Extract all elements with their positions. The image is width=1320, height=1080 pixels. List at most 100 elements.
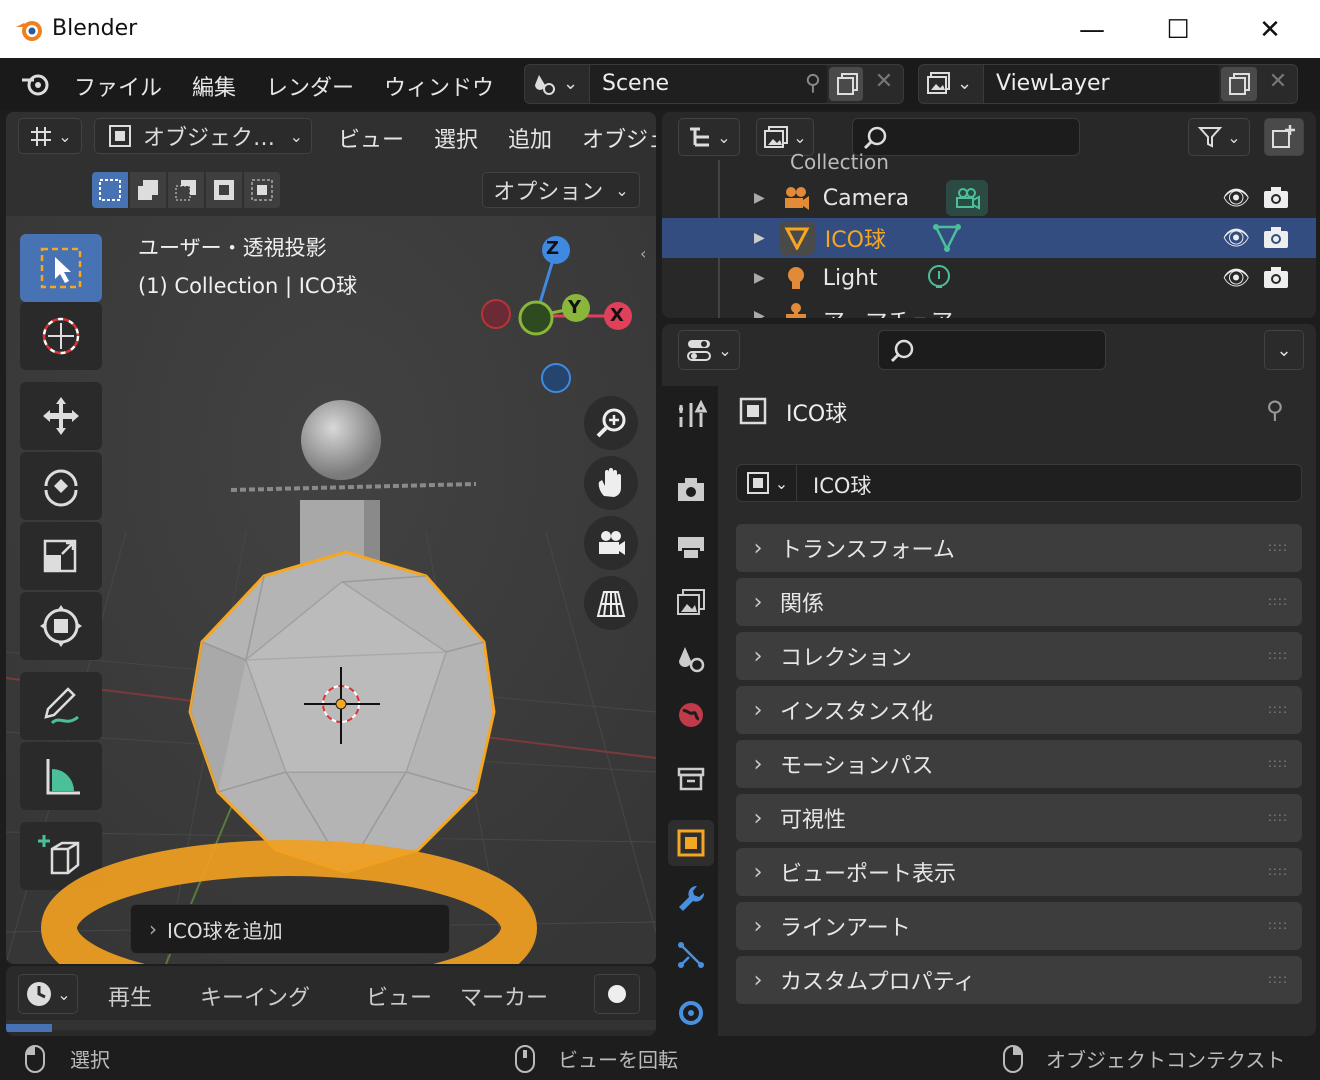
select-subtract-icon[interactable] [168, 172, 204, 208]
tab-modifiers[interactable] [668, 876, 714, 922]
select-extend-icon[interactable] [130, 172, 166, 208]
select-intersect-icon[interactable] [244, 172, 280, 208]
rotate-tool[interactable] [20, 452, 102, 520]
viewport-menu-object[interactable]: オブジェ [582, 122, 656, 154]
panel-viewport-display[interactable]: › ビューポート表示:::: [736, 848, 1302, 896]
properties-search-input[interactable] [878, 330, 1106, 370]
annotate-tool[interactable] [20, 672, 102, 740]
blender-menu-icon[interactable] [20, 70, 52, 98]
last-operator-panel[interactable]: › ICO球を追加 [130, 904, 450, 954]
viewport-menu-add[interactable]: 追加 [508, 122, 552, 154]
tab-render[interactable] [668, 468, 714, 514]
select-invert-icon[interactable] [206, 172, 242, 208]
menu-render[interactable]: レンダー [266, 70, 354, 102]
camera-view-button[interactable] [584, 516, 638, 570]
light-data-icon[interactable] [924, 263, 954, 293]
panel-line-art[interactable]: › ラインアート:::: [736, 902, 1302, 950]
new-viewlayer-button[interactable] [1221, 67, 1257, 101]
viewlayer-name-field[interactable]: ViewLayer [983, 65, 1219, 103]
mode-dropdown[interactable]: オブジェク… ⌄ [94, 118, 312, 154]
expand-arrow-icon[interactable]: ▶ [754, 270, 765, 286]
maximize-button[interactable]: ☐ [1154, 10, 1202, 50]
tab-particles[interactable] [668, 932, 714, 978]
render-camera-icon[interactable] [1262, 185, 1290, 211]
outliner-row-light[interactable]: ▶ Light 👁 [662, 258, 1316, 298]
scale-tool[interactable] [20, 522, 102, 590]
timeline-menu-view[interactable]: ビュー [366, 980, 432, 1012]
outliner-editor-type[interactable]: ⌄ [678, 118, 740, 156]
tab-tool[interactable] [668, 392, 714, 438]
menu-edit[interactable]: 編集 [192, 70, 236, 102]
viewport-menu-view[interactable]: ビュー [338, 122, 404, 154]
projection-toggle-button[interactable] [584, 576, 638, 630]
outliner-row-icosphere[interactable]: ▶ ICO球 👁 [662, 218, 1316, 258]
viewlayer-type-dropdown[interactable]: ⌄ [925, 71, 977, 99]
render-camera-icon[interactable] [1262, 225, 1290, 251]
object-browse-dropdown[interactable]: ⌄ [737, 465, 797, 501]
menu-file[interactable]: ファイル [74, 70, 162, 102]
cursor-tool[interactable] [20, 302, 102, 370]
select-new-icon[interactable] [92, 172, 128, 208]
drag-grip-icon: :::: [1267, 756, 1288, 770]
timeline-menu-playback[interactable]: 再生 [108, 980, 152, 1012]
tab-object[interactable] [668, 820, 714, 866]
panel-instancing[interactable]: › インスタンス化:::: [736, 686, 1302, 734]
zoom-button[interactable] [584, 396, 638, 450]
panel-transform[interactable]: › トランスフォーム:::: [736, 524, 1302, 572]
panel-collections[interactable]: › コレクション:::: [736, 632, 1302, 680]
select-box-tool[interactable] [20, 234, 102, 302]
outliner-row-armature[interactable]: ▶ アーマチュア [662, 298, 1316, 318]
current-frame-indicator[interactable] [6, 1024, 52, 1032]
tab-collection[interactable] [668, 756, 714, 802]
pin-icon[interactable]: ⚲ [1266, 396, 1284, 424]
measure-tool[interactable] [20, 742, 102, 810]
render-camera-icon[interactable] [1262, 265, 1290, 291]
record-button[interactable] [594, 974, 640, 1014]
tab-physics[interactable] [668, 986, 714, 1032]
camera-data-icon[interactable] [946, 180, 988, 216]
panel-custom-properties[interactable]: › カスタムプロパティ:::: [736, 956, 1302, 1004]
visibility-eye-icon[interactable]: 👁 [1222, 226, 1250, 251]
timeline-editor-type[interactable]: ⌄ [18, 974, 78, 1014]
properties-options-dropdown[interactable]: ⌄ [1264, 330, 1304, 370]
expand-arrow-icon[interactable]: ▶ [754, 308, 765, 318]
viewport-menu-select[interactable]: 選択 [434, 122, 478, 154]
pin-icon[interactable]: ⚲ [805, 71, 821, 96]
panel-relations[interactable]: › 関係:::: [736, 578, 1302, 626]
tab-scene[interactable] [668, 636, 714, 682]
panel-visibility[interactable]: › 可視性:::: [736, 794, 1302, 842]
panel-motion-paths[interactable]: › モーションパス:::: [736, 740, 1302, 788]
timeline-menu-marker[interactable]: マーカー [460, 980, 548, 1012]
timeline-menu-keying[interactable]: キーイング [200, 980, 310, 1012]
outliner-row-camera[interactable]: ▶ Camera 👁 [662, 178, 1316, 218]
mesh-data-icon[interactable] [932, 223, 962, 253]
scene-name-field[interactable]: Scene ⚲ [589, 65, 827, 103]
delete-scene-icon[interactable]: ✕ [869, 69, 899, 99]
pan-button[interactable] [584, 456, 638, 510]
new-scene-button[interactable] [829, 67, 863, 101]
delete-viewlayer-icon[interactable]: ✕ [1263, 69, 1293, 99]
timeline-scrubber[interactable] [6, 1020, 656, 1030]
visibility-eye-icon[interactable]: 👁 [1222, 266, 1250, 291]
tab-world[interactable] [668, 692, 714, 738]
tab-output[interactable] [668, 524, 714, 570]
options-dropdown[interactable]: オプション ⌄ [482, 172, 640, 208]
visibility-eye-icon[interactable]: 👁 [1222, 186, 1250, 211]
tab-view-layer[interactable] [668, 580, 714, 626]
minimize-button[interactable]: — [1068, 10, 1116, 50]
object-name-field[interactable]: ⌄ ICO球 [736, 464, 1302, 502]
3d-viewport[interactable]: ⌄ オブジェク… ⌄ ビュー 選択 追加 オブジェ [6, 112, 656, 964]
move-tool[interactable] [20, 382, 102, 450]
outliner-collection-row[interactable]: Collection [790, 150, 889, 170]
close-window-button[interactable]: ✕ [1246, 10, 1294, 50]
editor-type-button[interactable]: ⌄ [18, 118, 82, 154]
sidebar-toggle-icon[interactable]: ‹ [640, 244, 646, 263]
filter-dropdown[interactable]: ⌄ [1188, 118, 1250, 156]
scene-type-dropdown[interactable]: ⌄ [531, 71, 583, 99]
transform-tool[interactable] [20, 592, 102, 660]
properties-editor-type[interactable]: ⌄ [678, 330, 740, 370]
menu-window[interactable]: ウィンドウ [384, 70, 494, 102]
expand-arrow-icon[interactable]: ▶ [754, 230, 765, 246]
new-collection-button[interactable] [1264, 118, 1304, 156]
expand-arrow-icon[interactable]: ▶ [754, 190, 765, 206]
